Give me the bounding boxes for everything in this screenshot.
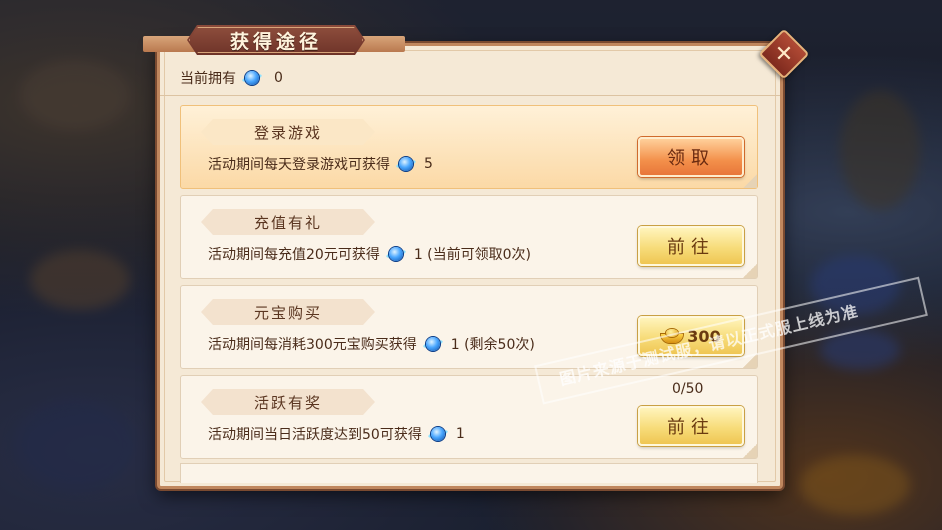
go-button-label: 前往 [667, 237, 715, 258]
task-desc-text: 活动期间每消耗300元宝购买获得 [208, 337, 417, 353]
task-desc: 活动期间每充值20元可获得 1 (当前可领取0次) [208, 243, 531, 265]
blue-gem-icon [422, 335, 444, 353]
task-reward: 1 (剩余50次) [450, 337, 535, 353]
blue-gem-icon [427, 425, 449, 443]
currency-owned: 当前拥有 0 [180, 66, 283, 90]
dialog-title: 获得途径 [229, 30, 322, 53]
card-corner [743, 264, 757, 278]
blue-gem-icon [385, 245, 407, 263]
go-button-recharge[interactable]: 前往 [638, 226, 744, 266]
header-divider [160, 95, 780, 96]
task-desc-text: 活动期间当日活跃度达到50可获得 [208, 427, 422, 443]
blue-gem-icon [241, 69, 263, 87]
claim-button[interactable]: 领取 [638, 137, 744, 177]
currency-amount: 0 [274, 70, 283, 86]
currency-label: 当前拥有 [180, 71, 236, 87]
task-name: 元宝购买 [201, 299, 375, 325]
card-corner [743, 174, 757, 188]
task-name: 登录游戏 [201, 119, 375, 145]
task-desc-text: 活动期间每天登录游戏可获得 [208, 157, 390, 173]
card-corner [743, 444, 757, 458]
task-name: 活跃有奖 [201, 389, 375, 415]
close-x-icon[interactable]: ✕ [766, 36, 802, 72]
activity-progress: 0/50 [672, 381, 704, 397]
task-reward: 1 (当前可领取0次) [413, 247, 532, 263]
task-desc-text: 活动期间每充值20元可获得 [208, 247, 380, 263]
claim-button-label: 领取 [667, 148, 715, 169]
task-desc: 活动期间每消耗300元宝购买获得 1 (剩余50次) [208, 333, 535, 355]
go-button-label: 前往 [667, 417, 715, 438]
task-name: 充值有礼 [201, 209, 375, 235]
go-button-activity[interactable]: 前往 [638, 406, 744, 446]
title-plaque: 获得途径 [187, 25, 365, 55]
task-desc: 活动期间每天登录游戏可获得 5 [208, 153, 433, 175]
task-reward: 1 [455, 426, 465, 442]
task-card-partial [180, 463, 758, 483]
task-desc: 活动期间当日活跃度达到50可获得 1 [208, 423, 465, 445]
task-reward: 5 [424, 156, 433, 172]
blue-gem-icon [395, 155, 417, 173]
